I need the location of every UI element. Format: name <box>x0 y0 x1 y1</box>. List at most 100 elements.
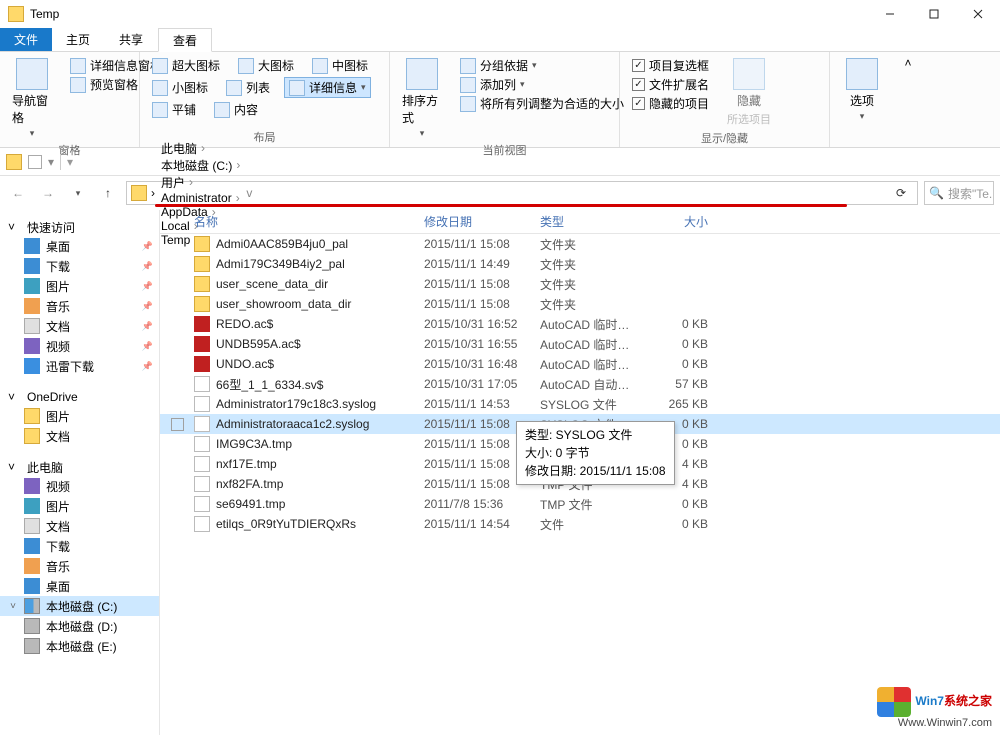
titlebar: Temp <box>0 0 1000 28</box>
sort-by-button[interactable]: 排序方式 ▾ <box>398 56 446 141</box>
nav-item[interactable]: 视频 <box>0 336 159 356</box>
nav-pane-button[interactable]: 导航窗格 ▾ <box>8 56 56 141</box>
group-by-button[interactable]: 分组依据 ▾ <box>456 56 628 75</box>
nav-up-button[interactable]: ↑ <box>96 181 120 205</box>
address-bar[interactable]: › 此电脑›本地磁盘 (C:)›用户›Administrator›AppData… <box>126 181 918 205</box>
col-date[interactable]: 修改日期 <box>418 209 534 234</box>
file-icon <box>194 476 210 492</box>
nav-item[interactable]: 下载 <box>0 536 159 556</box>
breadcrumb-item[interactable]: Administrator› <box>159 191 242 205</box>
breadcrumb-item[interactable]: 本地磁盘 (C:)› <box>159 157 242 174</box>
file-row[interactable]: se69491.tmp 2011/7/8 15:36 TMP 文件 0 KB <box>160 494 1000 514</box>
search-placeholder: 搜索"Te... <box>948 185 994 202</box>
nav-item[interactable]: 迅雷下载 <box>0 356 159 376</box>
folder-icon[interactable] <box>6 154 22 170</box>
tab-file[interactable]: 文件 <box>0 28 52 51</box>
layout-xl-icons[interactable]: 超大图标 <box>148 56 224 75</box>
nav-item[interactable]: 文档 <box>0 426 159 446</box>
nav-item[interactable]: 音乐 <box>0 556 159 576</box>
collapse-ribbon-button[interactable]: ˄ <box>894 52 922 147</box>
file-row[interactable]: etilqs_0R9tYuTDIERQxRs 2015/11/1 14:54 文… <box>160 514 1000 534</box>
nav-drive[interactable]: 本地磁盘 (D:) <box>0 616 159 636</box>
fit-columns-button[interactable]: 将所有列调整为合适的大小 <box>456 94 628 113</box>
qat-customize-button[interactable]: ▾ <box>48 155 54 169</box>
layout-m-icons[interactable]: 中图标 <box>308 56 372 75</box>
breadcrumb-item[interactable]: 此电脑› <box>159 140 242 157</box>
nav-item[interactable]: 视频 <box>0 476 159 496</box>
file-row[interactable]: UNDO.ac$ 2015/10/31 16:48 AutoCAD 临时文件 0… <box>160 354 1000 374</box>
nav-quick-access[interactable]: ˅快速访问 <box>0 216 159 236</box>
layout-tiles[interactable]: 平铺 <box>148 100 200 119</box>
file-icon <box>194 436 210 452</box>
close-button[interactable] <box>956 0 1000 28</box>
file-row[interactable]: 66型_1_1_6334.sv$ 2015/10/31 17:05 AutoCA… <box>160 374 1000 394</box>
nav-item[interactable]: 图片 <box>0 406 159 426</box>
file-icon <box>194 496 210 512</box>
file-row[interactable]: Admi179C349B4iy2_pal 2015/11/1 14:49 文件夹 <box>160 254 1000 274</box>
col-type[interactable]: 类型 <box>534 209 644 234</box>
qat-overflow-button[interactable]: ▾ <box>67 155 73 169</box>
maximize-button[interactable] <box>912 0 956 28</box>
hide-selected-button[interactable]: 隐藏 所选项目 <box>723 56 775 129</box>
file-size: 57 KB <box>644 377 714 391</box>
nav-item[interactable]: 文档 <box>0 516 159 536</box>
file-row[interactable]: REDO.ac$ 2015/10/31 16:52 AutoCAD 临时文件 0… <box>160 314 1000 334</box>
breadcrumb-item[interactable]: 用户› <box>159 174 242 191</box>
col-name[interactable]: 名称 <box>188 209 418 234</box>
layout-l-icons[interactable]: 大图标 <box>234 56 298 75</box>
item-checkboxes-toggle[interactable]: 项目复选框 <box>628 56 713 75</box>
file-name: UNDB595A.ac$ <box>216 337 301 351</box>
file-row[interactable]: user_scene_data_dir 2015/11/1 15:08 文件夹 <box>160 274 1000 294</box>
layout-content[interactable]: 内容 <box>210 100 262 119</box>
file-type: AutoCAD 临时文件 <box>534 316 644 333</box>
nav-icon <box>24 578 40 594</box>
address-bar-row: ← → ▾ ↑ › 此电脑›本地磁盘 (C:)›用户›Administrator… <box>0 176 1000 210</box>
nav-icon <box>24 558 40 574</box>
properties-icon[interactable] <box>28 155 42 169</box>
layout-list[interactable]: 列表 <box>222 78 274 97</box>
nav-item[interactable]: 图片 <box>0 276 159 296</box>
nav-onedrive[interactable]: ˅OneDrive <box>0 386 159 406</box>
options-button[interactable]: 选项 ▾ <box>838 56 886 124</box>
nav-recent-button[interactable]: ▾ <box>66 181 90 205</box>
layout-details[interactable]: 详细信息▾ <box>284 77 371 98</box>
nav-item[interactable]: 桌面 <box>0 236 159 256</box>
file-row[interactable]: UNDB595A.ac$ 2015/10/31 16:55 AutoCAD 临时… <box>160 334 1000 354</box>
file-tooltip: 类型: SYSLOG 文件 大小: 0 字节 修改日期: 2015/11/1 1… <box>516 421 675 485</box>
nav-drive[interactable]: ˅本地磁盘 (C:) <box>0 596 159 616</box>
file-ext-toggle[interactable]: 文件扩展名 <box>628 75 713 94</box>
nav-item[interactable]: 图片 <box>0 496 159 516</box>
tab-share[interactable]: 共享 <box>105 28 158 51</box>
file-row[interactable]: Administrator179c18c3.syslog 2015/11/1 1… <box>160 394 1000 414</box>
file-date: 2015/11/1 15:08 <box>418 237 534 251</box>
file-row[interactable]: Admi0AAC859B4ju0_pal 2015/11/1 15:08 文件夹 <box>160 234 1000 254</box>
file-list[interactable]: 名称 修改日期 类型 大小 Admi0AAC859B4ju0_pal 2015/… <box>160 210 1000 735</box>
nav-icon <box>24 428 40 444</box>
nav-pane-icon <box>16 58 48 90</box>
hidden-items-toggle[interactable]: 隐藏的项目 <box>628 94 713 113</box>
file-name: Admi0AAC859B4ju0_pal <box>216 237 348 251</box>
col-size[interactable]: 大小 <box>644 209 714 234</box>
nav-this-pc[interactable]: ˅此电脑 <box>0 456 159 476</box>
nav-item[interactable]: 文档 <box>0 316 159 336</box>
add-columns-button[interactable]: 添加列 ▾ <box>456 75 628 94</box>
layout-s-icons[interactable]: 小图标 <box>148 78 212 97</box>
nav-drive[interactable]: 本地磁盘 (E:) <box>0 636 159 656</box>
nav-item[interactable]: 桌面 <box>0 576 159 596</box>
search-input[interactable]: 🔍 搜索"Te... <box>924 181 994 205</box>
file-type: 文件夹 <box>534 296 644 313</box>
file-row[interactable]: user_showroom_data_dir 2015/11/1 15:08 文… <box>160 294 1000 314</box>
nav-forward-button[interactable]: → <box>36 181 60 205</box>
minimize-button[interactable] <box>868 0 912 28</box>
nav-item[interactable]: 音乐 <box>0 296 159 316</box>
refresh-button[interactable]: ⟳ <box>889 181 913 205</box>
nav-icon <box>24 298 40 314</box>
tab-view[interactable]: 查看 <box>158 28 212 52</box>
nav-back-button[interactable]: ← <box>6 181 30 205</box>
nav-item[interactable]: 下载 <box>0 256 159 276</box>
address-dropdown-button[interactable]: v <box>246 186 252 200</box>
sort-by-label: 排序方式 <box>402 92 442 126</box>
tab-home[interactable]: 主页 <box>52 28 105 51</box>
row-checkbox[interactable] <box>171 418 184 431</box>
nav-tree[interactable]: ˅快速访问 桌面下载图片音乐文档视频迅雷下载 ˅OneDrive 图片文档 ˅此… <box>0 210 160 735</box>
